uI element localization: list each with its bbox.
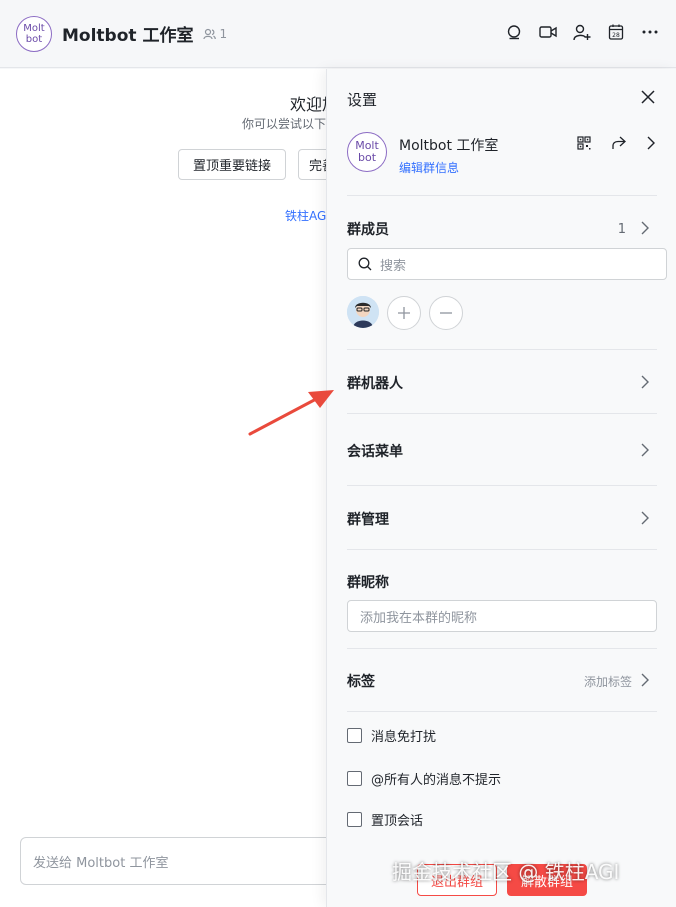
chevron-right-icon[interactable]	[640, 375, 652, 389]
chat-title[interactable]: Moltbot 工作室	[62, 21, 193, 46]
member-count[interactable]: 1	[203, 27, 227, 41]
chat-header: Molt bot Moltbot 工作室 1 28	[0, 0, 676, 68]
chevron-right-icon[interactable]	[640, 221, 652, 235]
divider	[347, 195, 657, 196]
search-placeholder: 搜索	[380, 258, 407, 274]
group-avatar[interactable]: Molt bot	[16, 15, 52, 52]
calendar-icon[interactable]: 28	[606, 22, 626, 42]
more-icon[interactable]	[640, 22, 660, 42]
annotation-arrow	[248, 390, 334, 436]
divider	[347, 349, 657, 350]
chevron-right-icon[interactable]	[640, 511, 652, 525]
search-icon	[358, 257, 372, 271]
remove-member-button[interactable]	[429, 296, 463, 330]
panel-title: 设置	[347, 91, 378, 109]
close-icon[interactable]	[640, 89, 656, 105]
logo-line2: bot	[357, 151, 377, 164]
edit-group-info-link[interactable]: 编辑群信息	[399, 159, 459, 176]
logo-line1: Molt	[23, 22, 45, 34]
mute-label: 消息免打扰	[371, 730, 437, 745]
add-member-button[interactable]	[387, 296, 421, 330]
members-label[interactable]: 群成员	[347, 219, 389, 239]
plus-icon	[398, 307, 410, 319]
member-search-input[interactable]: 搜索	[347, 248, 667, 280]
group-nickname-input[interactable]: 添加我在本群的昵称	[347, 600, 657, 632]
at-all-checkbox[interactable]	[347, 771, 362, 786]
svg-text:28: 28	[612, 32, 620, 39]
members-count: 1	[617, 222, 626, 237]
tags-label[interactable]: 标签	[347, 671, 375, 691]
settings-panel: 设置 Molt bot Moltbot 工作室 编辑群信息 群成员 1 搜索 群…	[326, 69, 676, 907]
group-name: Moltbot 工作室	[399, 138, 499, 154]
group-bots-label[interactable]: 群机器人	[347, 373, 403, 393]
search-icon[interactable]	[504, 22, 524, 42]
divider	[347, 485, 657, 486]
mute-checkbox[interactable]	[347, 728, 362, 743]
pin-link-chip[interactable]: 置顶重要链接	[178, 149, 286, 180]
mute-option[interactable]: 消息免打扰	[347, 726, 436, 745]
video-icon[interactable]	[538, 22, 558, 42]
divider	[347, 711, 657, 712]
divider	[347, 648, 657, 649]
qrcode-icon[interactable]	[577, 136, 591, 154]
pin-chat-checkbox[interactable]	[347, 812, 362, 827]
chevron-right-icon[interactable]	[640, 673, 652, 687]
group-avatar-large[interactable]: Molt bot	[347, 132, 387, 172]
watermark: 掘金技术社区 @ 铁柱AGI	[392, 860, 620, 884]
member-avatar[interactable]	[347, 296, 379, 328]
logo-line2: bot	[25, 33, 43, 45]
group-nickname-label: 群昵称	[347, 575, 389, 591]
divider	[347, 413, 657, 414]
welcome-subtitle: 你可以尝试以下	[242, 117, 327, 131]
divider	[347, 549, 657, 550]
pin-chat-option[interactable]: 置顶会话	[347, 810, 423, 829]
minus-icon	[440, 312, 452, 314]
chevron-right-icon[interactable]	[646, 136, 656, 154]
member-count-value: 1	[219, 26, 228, 41]
chevron-right-icon[interactable]	[640, 443, 652, 457]
at-all-option[interactable]: @所有人的消息不提示	[347, 769, 501, 788]
session-menu-label[interactable]: 会话菜单	[347, 441, 403, 461]
group-manage-label[interactable]: 群管理	[347, 509, 389, 529]
share-icon[interactable]	[611, 136, 626, 154]
add-member-icon[interactable]	[572, 22, 592, 42]
pin-chat-label: 置顶会话	[371, 814, 424, 829]
members-icon	[203, 28, 217, 39]
author-link[interactable]: 铁柱AGI	[285, 207, 330, 224]
add-tags-link[interactable]: 添加标签	[584, 673, 632, 690]
at-all-label: @所有人的消息不提示	[371, 773, 502, 788]
